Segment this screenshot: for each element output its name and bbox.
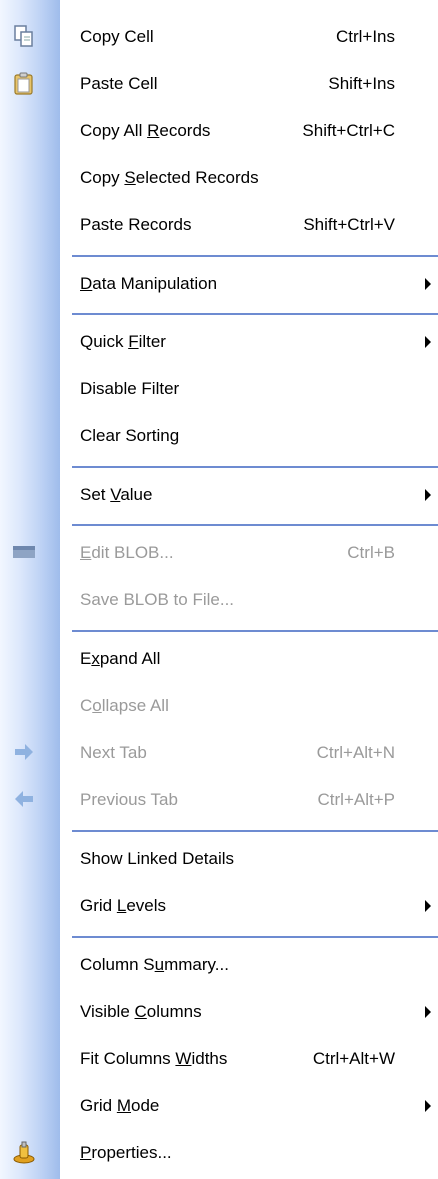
menu-item-label: Data Manipulation: [80, 274, 218, 293]
submenu-arrow-icon: [425, 489, 431, 501]
menu-item-disable-filter[interactable]: Disable Filter: [0, 365, 438, 412]
menu-item-grid-levels[interactable]: Grid Levels: [0, 882, 438, 929]
menu-item-label: Properties...: [80, 1143, 172, 1162]
menu-item-label: Visible Columns: [80, 1002, 202, 1021]
shortcut-text: Ctrl+Ins: [335, 27, 395, 46]
menu-item-set-value[interactable]: Set Value: [0, 471, 438, 518]
menu-item-label: Quick Filter: [80, 332, 166, 351]
menu-item-label: Copy Cell: [80, 27, 154, 46]
shortcut-text: Ctrl+Alt+N: [316, 743, 395, 762]
menu-item-grid-mode[interactable]: Grid Mode: [0, 1082, 438, 1129]
menu-item-fit-columns-widths[interactable]: Fit Columns Widths Ctrl+Alt+W: [0, 1035, 438, 1082]
submenu-arrow-icon: [425, 278, 431, 290]
menu-item-expand-all[interactable]: Expand All: [0, 635, 438, 682]
menu-item-label: Collapse All: [80, 696, 169, 715]
menu-item-label: Copy Selected Records: [80, 168, 259, 187]
menu-item-label: Show Linked Details: [80, 849, 235, 868]
menu-item-paste-records[interactable]: Paste Records Shift+Ctrl+V: [0, 201, 438, 248]
menu-item-column-summary[interactable]: Column Summary...: [0, 941, 438, 988]
menu-item-label: Paste Cell: [80, 74, 158, 93]
menu-item-label: Previous Tab: [80, 790, 178, 809]
menu-item-label: Next Tab: [80, 743, 147, 762]
menu-item-clear-sorting[interactable]: Clear Sorting: [0, 412, 438, 459]
menu-item-label: Grid Mode: [80, 1096, 160, 1115]
submenu-arrow-icon: [425, 900, 431, 912]
menu-item-show-linked-details[interactable]: Show Linked Details: [0, 835, 438, 882]
menu-separator: [72, 255, 438, 257]
menu-item-label: Fit Columns Widths: [80, 1049, 228, 1068]
menu-separator: [72, 524, 438, 526]
menu-item-label: Clear Sorting: [80, 426, 180, 445]
shortcut-text: Shift+Ctrl+V: [303, 215, 395, 234]
submenu-arrow-icon: [425, 336, 431, 348]
menu-item-previous-tab[interactable]: Previous Tab Ctrl+Alt+P: [0, 776, 438, 823]
menu-item-copy-selected-records[interactable]: Copy Selected Records: [0, 154, 438, 201]
menu-item-copy-cell[interactable]: Copy Cell Ctrl+Ins: [0, 13, 438, 60]
menu-item-properties[interactable]: Properties...: [0, 1129, 438, 1176]
menu-separator: [72, 936, 438, 938]
menu-item-label: Column Summary...: [80, 955, 229, 974]
menu-item-save-blob-to-file[interactable]: Save BLOB to File...: [0, 576, 438, 623]
menu-item-visible-columns[interactable]: Visible Columns: [0, 988, 438, 1035]
menu-separator: [72, 830, 438, 832]
shortcut-text: Ctrl+Alt+W: [312, 1049, 395, 1068]
arrow-right-icon: [15, 744, 33, 760]
menu-item-edit-blob[interactable]: Edit BLOB... Ctrl+B: [0, 529, 438, 576]
menu-item-data-manipulation[interactable]: Data Manipulation: [0, 260, 438, 307]
menu-item-copy-all-records[interactable]: Copy All Records Shift+Ctrl+C: [0, 107, 438, 154]
menu-item-label: Edit BLOB...: [80, 543, 174, 562]
menu-item-paste-cell[interactable]: Paste Cell Shift+Ins: [0, 60, 438, 107]
menu-item-label: Save BLOB to File...: [80, 590, 235, 609]
menu-separator: [72, 313, 438, 315]
menu-item-quick-filter[interactable]: Quick Filter: [0, 318, 438, 365]
menu-item-label: Set Value: [80, 485, 153, 504]
menu-item-label: Paste Records: [80, 215, 192, 234]
arrow-left-icon: [15, 791, 33, 807]
submenu-arrow-icon: [425, 1006, 431, 1018]
menu-item-label: Disable Filter: [80, 379, 180, 398]
shortcut-text: Shift+Ctrl+C: [302, 121, 395, 140]
edit-blob-icon: [13, 546, 35, 558]
copy-icon: [14, 25, 33, 47]
menu-item-collapse-all[interactable]: Collapse All: [0, 682, 438, 729]
menu-item-label: Grid Levels: [80, 896, 166, 915]
menu-item-label: Copy All Records: [80, 121, 211, 140]
shortcut-text: Ctrl+Alt+P: [317, 790, 395, 809]
shortcut-text: Shift+Ins: [328, 74, 395, 93]
menu-separator: [72, 630, 438, 632]
paste-icon: [14, 72, 33, 95]
submenu-arrow-icon: [425, 1100, 431, 1112]
menu-separator: [72, 466, 438, 468]
menu-item-next-tab[interactable]: Next Tab Ctrl+Alt+N: [0, 729, 438, 776]
menu-item-label: Expand All: [80, 649, 161, 668]
context-menu: Copy Cell Ctrl+Ins Paste Cell Shift+Ins …: [0, 0, 438, 1179]
properties-icon: [13, 1141, 35, 1164]
shortcut-text: Ctrl+B: [347, 543, 395, 562]
